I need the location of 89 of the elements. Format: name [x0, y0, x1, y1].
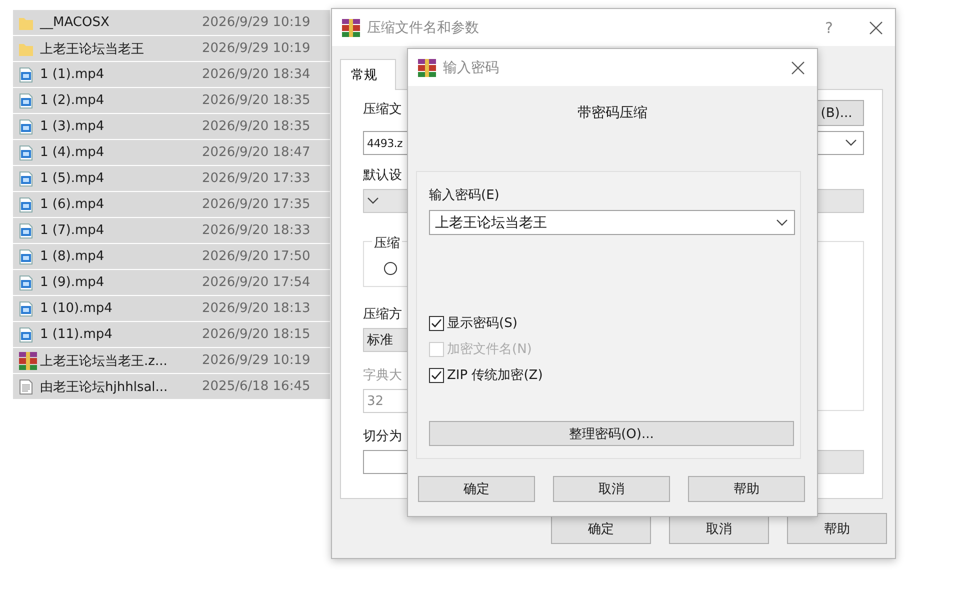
chevron-down-icon [776, 218, 788, 226]
dialog-heading: 带密码压缩 [576, 104, 648, 122]
close-button[interactable] [869, 20, 883, 34]
archive-icon [417, 58, 437, 78]
close-icon [869, 20, 883, 34]
dialog-button[interactable]: 帮助 [787, 513, 887, 544]
file-name: 1 (3).mp4 [40, 119, 106, 134]
file-row[interactable]: 1 (11).mp4 2026/9/20 18:15 [13, 322, 330, 347]
file-date: 2026/9/20 18:35 [202, 93, 312, 108]
file-date: 2026/9/20 18:33 [202, 223, 312, 238]
file-date: 2026/9/20 17:54 [202, 275, 312, 290]
chevron-down-icon [845, 139, 857, 147]
file-date: 2026/9/29 10:19 [202, 41, 312, 56]
window-title: 压缩文件名和参数 [367, 18, 479, 36]
archive-icon [18, 350, 38, 370]
file-date: 2026/9/29 10:19 [202, 353, 312, 368]
file-date: 2026/9/20 18:34 [202, 67, 312, 82]
video-file-icon [18, 170, 34, 186]
window-title: 输入密码 [443, 58, 499, 76]
file-date: 2025/6/18 16:45 [202, 379, 312, 394]
help-button[interactable]: ? [825, 18, 833, 36]
video-file-icon [18, 326, 34, 342]
chevron-down-icon [367, 197, 379, 205]
video-file-icon [18, 66, 34, 82]
password-field[interactable]: 上老王论坛当老王 [429, 210, 795, 235]
file-name: 上老王论坛当老王 [40, 40, 145, 58]
file-name: 1 (2).mp4 [40, 93, 106, 108]
file-row[interactable]: 1 (9).mp4 2026/9/20 17:54 [13, 270, 330, 295]
video-file-icon [18, 118, 34, 134]
file-date: 2026/9/20 17:33 [202, 171, 312, 186]
file-date: 2026/9/20 17:35 [202, 197, 312, 212]
video-file-icon [18, 144, 34, 160]
field-label: 默认设 [363, 167, 402, 184]
file-date: 2026/9/29 10:19 [202, 15, 312, 30]
file-date: 2026/9/20 17:50 [202, 249, 312, 264]
file-date: 2026/9/20 18:47 [202, 145, 312, 160]
field-label: 压缩方 [363, 306, 402, 323]
file-row[interactable]: 上老王论坛当老王.z... 2026/9/29 10:19 [13, 348, 330, 373]
file-name: 1 (5).mp4 [40, 171, 106, 186]
field-label: 压缩文 [363, 101, 402, 118]
file-row[interactable]: 由老王论坛hjhhlsal... 2025/6/18 16:45 [13, 374, 330, 399]
video-file-icon [18, 92, 34, 108]
file-row[interactable]: __MACOSX 2026/9/29 10:19 [13, 10, 330, 35]
close-icon [791, 60, 805, 74]
checkbox-option[interactable]: 显示密码(S) [429, 314, 795, 332]
video-file-icon [18, 248, 34, 264]
file-name: 1 (1).mp4 [40, 67, 106, 82]
file-date: 2026/9/20 18:15 [202, 327, 312, 342]
checkmark-icon [430, 316, 443, 330]
file-name: 由老王论坛hjhhlsal... [40, 378, 169, 396]
file-name: 1 (4).mp4 [40, 145, 106, 160]
file-row[interactable]: 1 (1).mp4 2026/9/20 18:34 [13, 62, 330, 87]
file-name: 1 (6).mp4 [40, 197, 106, 212]
file-row[interactable]: 1 (6).mp4 2026/9/20 17:35 [13, 192, 330, 217]
video-file-icon [18, 274, 34, 290]
file-date: 2026/9/20 18:13 [202, 301, 312, 316]
file-row[interactable]: 1 (2).mp4 2026/9/20 18:35 [13, 88, 330, 113]
video-file-icon [18, 196, 34, 212]
video-file-icon [18, 222, 34, 238]
file-row[interactable]: 1 (3).mp4 2026/9/20 18:35 [13, 114, 330, 139]
file-name: 1 (9).mp4 [40, 275, 106, 290]
video-file-icon [18, 300, 34, 316]
checkmark-icon [430, 368, 443, 382]
close-button[interactable] [791, 60, 805, 74]
file-row[interactable]: 1 (8).mp4 2026/9/20 17:50 [13, 244, 330, 269]
field-label: 输入密码(E) [429, 187, 500, 204]
field-label: 字典大 [363, 367, 402, 384]
file-name: 上老王论坛当老王.z... [40, 352, 168, 370]
tab[interactable]: 常规 [340, 59, 396, 90]
dialog-button[interactable]: 取消 [553, 476, 670, 502]
field-label: 切分为 [363, 428, 402, 445]
file-name: 1 (8).mp4 [40, 249, 106, 264]
file-name: 1 (7).mp4 [40, 223, 106, 238]
file-row[interactable]: 1 (10).mp4 2026/9/20 18:13 [13, 296, 330, 321]
file-date: 2026/9/20 18:35 [202, 119, 312, 134]
dialog-button[interactable]: 帮助 [688, 476, 805, 502]
text-file-icon [18, 378, 34, 394]
file-row[interactable]: 1 (4).mp4 2026/9/20 18:47 [13, 140, 330, 165]
file-row[interactable]: 1 (7).mp4 2026/9/20 18:33 [13, 218, 330, 243]
file-name: 1 (10).mp4 [40, 301, 114, 316]
file-row[interactable]: 1 (5).mp4 2026/9/20 17:33 [13, 166, 330, 191]
file-name: __MACOSX [40, 15, 110, 30]
file-row[interactable]: 上老王论坛当老王 2026/9/29 10:19 [13, 36, 330, 61]
radio-button[interactable] [384, 262, 397, 275]
dialog-button[interactable]: 确定 [418, 476, 535, 502]
archive-icon [341, 18, 361, 38]
file-name: 1 (11).mp4 [40, 327, 114, 342]
organize-passwords-button[interactable]: 整理密码(O)... [429, 421, 794, 446]
checkbox-option[interactable]: ZIP 传统加密(Z) [429, 366, 795, 384]
